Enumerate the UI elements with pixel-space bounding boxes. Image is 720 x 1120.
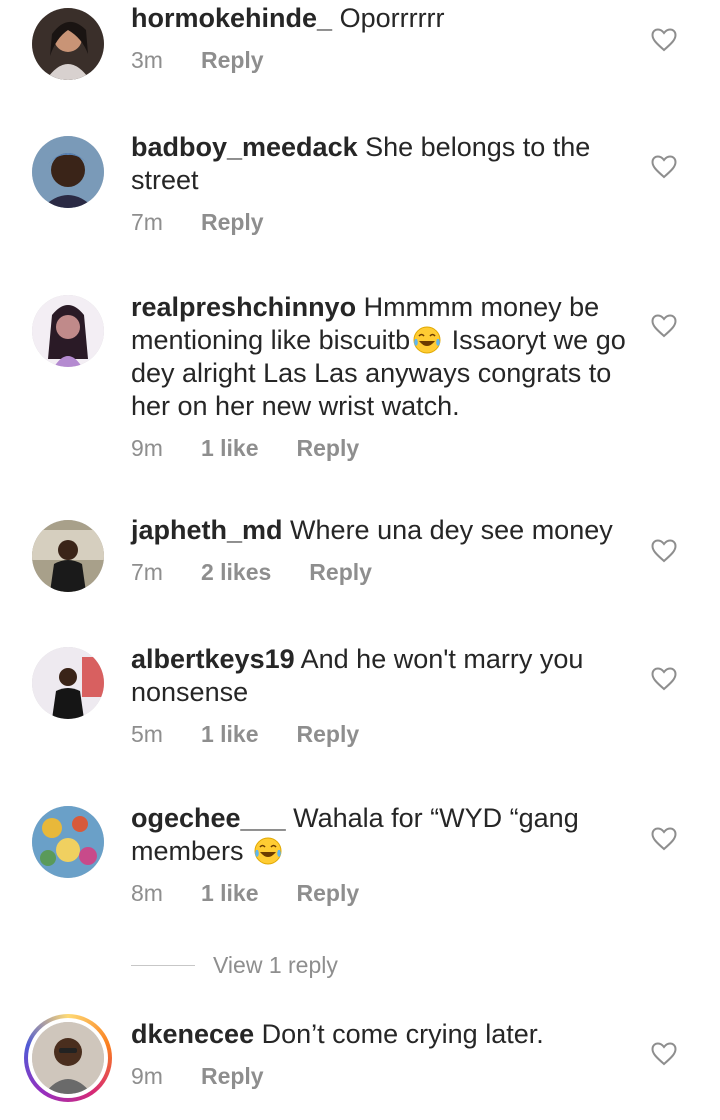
comment-time: 9m	[131, 435, 163, 461]
comment-text: realpreshchinnyo Hmmmm money be mentioni…	[131, 291, 631, 423]
comment-body: Where una dey see money	[290, 515, 613, 545]
tears-of-joy-emoji-icon	[413, 326, 441, 354]
heart-icon[interactable]	[651, 1042, 677, 1066]
comment-username[interactable]: hormokehinde_	[131, 3, 332, 33]
comment-username[interactable]: realpreshchinnyo	[131, 292, 356, 322]
comment-meta: 7m Reply	[131, 209, 631, 239]
comment-time: 9m	[131, 1063, 163, 1089]
comment-text: albertkeys19 And he won't marry you nons…	[131, 643, 631, 709]
comment-time: 5m	[131, 721, 163, 747]
heart-icon[interactable]	[651, 667, 677, 691]
comment-meta: 8m 1 like Reply	[131, 880, 631, 910]
reply-button[interactable]: Reply	[297, 721, 360, 747]
comment-time: 7m	[131, 559, 163, 585]
comment-username[interactable]: japheth_md	[131, 515, 283, 545]
comment-body: Don’t come crying later.	[261, 1019, 544, 1049]
avatar[interactable]	[32, 8, 104, 80]
comment-text: ogechee___ Wahala for “WYD “gang members	[131, 802, 631, 868]
comment-text: dkenecee Don’t come crying later.	[131, 1018, 631, 1051]
reply-button[interactable]: Reply	[297, 880, 360, 906]
reply-button[interactable]: Reply	[309, 559, 372, 585]
comment-username[interactable]: ogechee___	[131, 803, 286, 833]
comment-time: 8m	[131, 880, 163, 906]
avatar[interactable]	[32, 136, 104, 208]
story-ring[interactable]	[24, 1014, 112, 1102]
heart-icon[interactable]	[651, 28, 677, 52]
avatar[interactable]	[32, 1022, 104, 1094]
likes-count[interactable]: 1 like	[201, 880, 259, 906]
comment-username[interactable]: badboy_meedack	[131, 132, 358, 162]
comment-text: badboy_meedack She belongs to the street	[131, 131, 631, 197]
reply-button[interactable]: Reply	[201, 1063, 264, 1089]
avatar[interactable]	[32, 806, 104, 878]
comment-body: Oporrrrrr	[339, 3, 445, 33]
comment-text: hormokehinde_ Oporrrrrr	[131, 2, 631, 35]
comment-text: japheth_md Where una dey see money	[131, 514, 631, 547]
likes-count[interactable]: 1 like	[201, 721, 259, 747]
comment-username[interactable]: dkenecee	[131, 1019, 254, 1049]
likes-count[interactable]: 1 like	[201, 435, 259, 461]
comment-username[interactable]: albertkeys19	[131, 644, 295, 674]
comment-meta: 5m 1 like Reply	[131, 721, 631, 751]
avatar[interactable]	[32, 520, 104, 592]
avatar[interactable]	[32, 647, 104, 719]
tears-of-joy-emoji-icon	[254, 837, 282, 865]
comment-meta: 9m 1 like Reply	[131, 435, 631, 465]
likes-count[interactable]: 2 likes	[201, 559, 271, 585]
view-replies-button[interactable]: View 1 reply	[131, 950, 338, 980]
reply-button[interactable]: Reply	[201, 47, 264, 73]
heart-icon[interactable]	[651, 155, 677, 179]
comment-meta: 9m Reply	[131, 1063, 631, 1093]
comment-meta: 3m Reply	[131, 47, 631, 77]
heart-icon[interactable]	[651, 314, 677, 338]
heart-icon[interactable]	[651, 827, 677, 851]
comment-time: 3m	[131, 47, 163, 73]
comment-time: 7m	[131, 209, 163, 235]
reply-button[interactable]: Reply	[297, 435, 360, 461]
heart-icon[interactable]	[651, 539, 677, 563]
view-replies-label[interactable]: View 1 reply	[213, 952, 338, 979]
avatar[interactable]	[32, 295, 104, 367]
comment-meta: 7m 2 likes Reply	[131, 559, 631, 589]
reply-button[interactable]: Reply	[201, 209, 264, 235]
view-replies-divider	[131, 964, 195, 966]
